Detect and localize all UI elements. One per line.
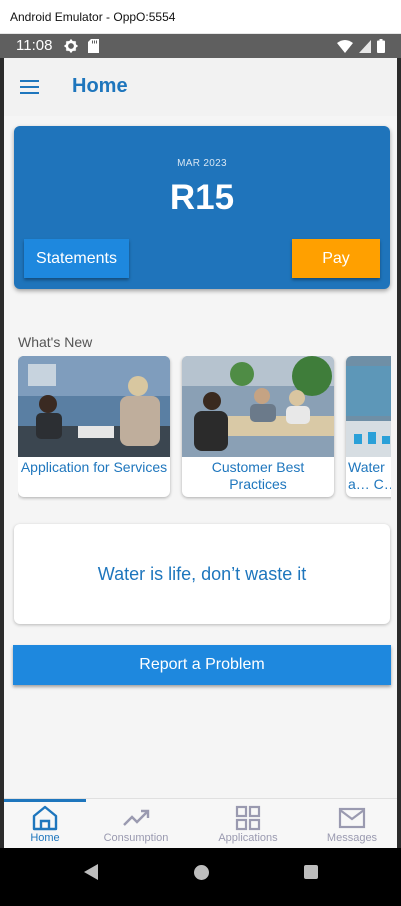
wifi-icon [337,39,353,53]
emulator-window-title: Android Emulator - OppO:5554 [0,0,401,34]
nav-messages[interactable]: Messages [302,799,401,849]
bottom-navigation: Home Consumption Applications Messages [4,798,397,848]
recent-apps-icon[interactable] [304,865,318,879]
home-circle-icon[interactable] [194,865,209,880]
nav-home[interactable]: Home [4,799,86,849]
status-time: 11:08 [16,37,53,54]
report-problem-button[interactable]: Report a Problem [13,645,391,685]
signal-icon [359,39,371,53]
nav-active-indicator [4,799,86,802]
slogan-card: Water is life, don’t waste it [14,524,390,624]
nav-label: Applications [218,832,278,844]
statements-button[interactable]: Statements [24,239,129,278]
home-content[interactable]: MAR 2023 R15 Statements Pay What's New A… [4,116,397,798]
news-image-office-counter [18,356,170,457]
sd-card-icon [88,39,99,53]
news-card-water[interactable]: Water a… C… [346,356,391,497]
whats-new-carousel[interactable]: Application for Services Customer Best P… [18,356,391,501]
home-icon [32,805,58,831]
nav-label: Home [30,832,60,844]
slogan-text: Water is life, don’t waste it [97,564,307,584]
balance-amount: R15 [169,178,235,217]
news-card-application-for-services[interactable]: Application for Services [18,356,170,497]
trending-up-icon [123,809,150,826]
settings-icon [64,39,78,53]
nav-label: Consumption [103,832,169,844]
system-navigation-bar [0,848,401,906]
news-card-label: Application for Services [20,459,168,475]
news-card-customer-best-practices[interactable]: Customer Best Practices [182,356,334,497]
news-card-label: Customer Best Practices [211,459,305,492]
nav-applications[interactable]: Applications [198,799,298,849]
back-icon[interactable] [84,864,98,880]
hamburger-menu-icon[interactable] [20,78,40,96]
news-image-meeting [182,356,334,457]
page-title: Home [72,75,128,97]
battery-icon [377,39,385,53]
balance-card: MAR 2023 R15 Statements Pay [14,126,390,289]
news-card-label: Water a… C… [348,459,391,492]
nav-label: Messages [326,832,378,844]
news-image-lab [346,356,391,457]
emulator-frame-right [397,58,401,848]
pay-button[interactable]: Pay [292,239,380,278]
mail-icon [338,807,366,829]
app-bar: Home [4,58,397,116]
whats-new-heading: What's New [18,334,93,350]
nav-consumption[interactable]: Consumption [86,799,186,849]
grid-icon [235,805,261,831]
balance-month: MAR 2023 [177,158,227,169]
status-bar: 11:08 [0,34,401,58]
